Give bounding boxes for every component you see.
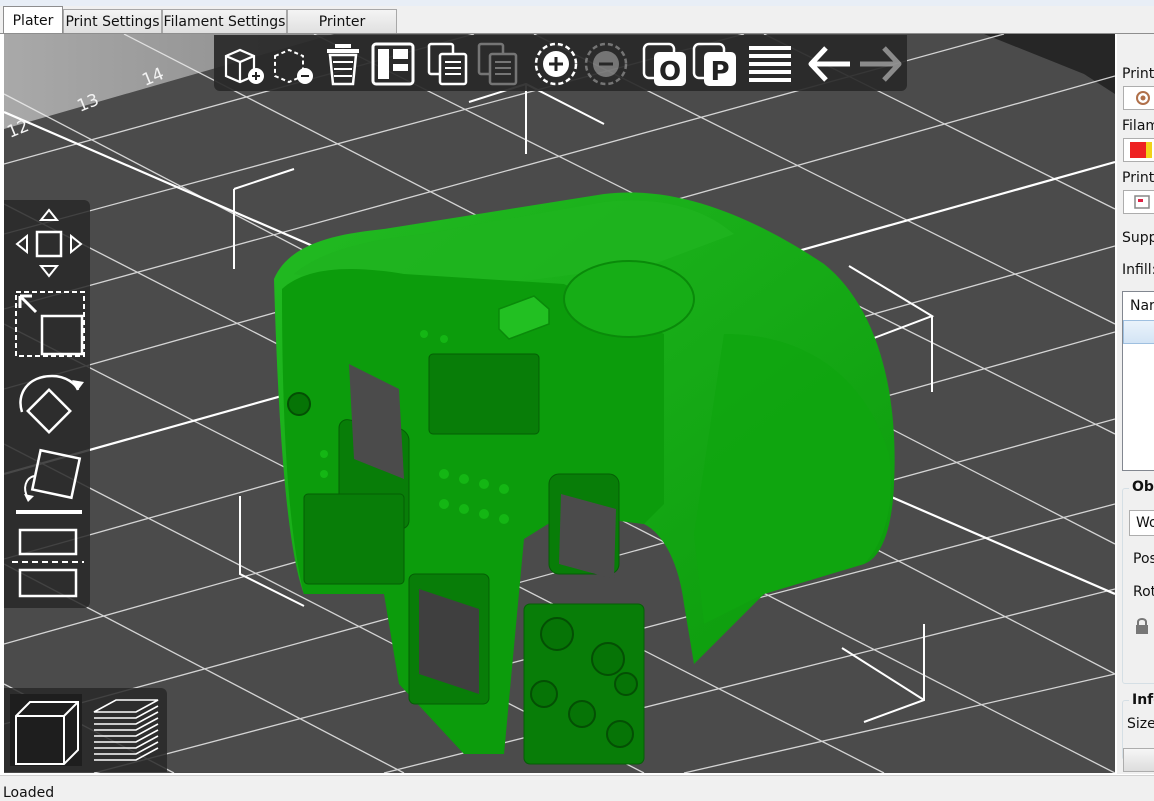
printer-icon — [1134, 195, 1150, 209]
tab-printer-settings[interactable]: Printer Settings — [287, 9, 397, 54]
tab-filament-settings[interactable]: Filament Settings — [162, 9, 287, 33]
object-list-header: Nar — [1130, 298, 1154, 314]
object-group-title: Ob — [1129, 479, 1154, 495]
print-preset-combo[interactable] — [1123, 86, 1154, 110]
filament-preset-combo[interactable] — [1123, 138, 1154, 162]
add-instance-icon[interactable] — [532, 40, 580, 88]
panel-opening-right — [559, 494, 616, 579]
remove-instance-icon[interactable] — [582, 40, 630, 88]
plater-toolbar: O P — [214, 35, 907, 91]
filament-color-swatch-2 — [1146, 142, 1152, 158]
size-label: Size — [1127, 716, 1154, 732]
object-list-row[interactable] — [1123, 320, 1154, 344]
filament-color-swatch — [1130, 142, 1146, 158]
object-list[interactable]: Nar — [1122, 291, 1154, 471]
printer-preset-combo[interactable] — [1123, 190, 1154, 214]
status-bar: Loaded — [0, 775, 1154, 801]
tab-print-settings[interactable]: Print Settings — [63, 9, 162, 33]
copy-icon[interactable] — [424, 40, 472, 88]
status-text: Loaded — [3, 785, 55, 801]
delete-all-icon[interactable] — [319, 40, 367, 88]
layers-editing-icon[interactable] — [746, 40, 794, 88]
split-objects-icon[interactable]: O — [641, 40, 689, 88]
preview-layers-icon[interactable] — [88, 692, 164, 768]
export-button[interactable] — [1123, 748, 1154, 772]
coordinate-system-value: Wo — [1136, 515, 1154, 531]
gizmo-toolbar — [4, 200, 90, 608]
coordinate-system-combo[interactable]: Wo — [1129, 510, 1154, 536]
view-toolbar — [4, 688, 167, 772]
3d-viewport[interactable]: 14 13 12 O P — [4, 34, 1115, 773]
undo-icon[interactable] — [806, 40, 854, 88]
place-on-face-icon[interactable] — [8, 448, 86, 522]
dome-feature — [563, 260, 695, 338]
scale-icon[interactable] — [8, 286, 86, 362]
position-label: Pos — [1133, 551, 1154, 567]
filament-preset-label: Filam — [1122, 118, 1154, 134]
delete-icon[interactable] — [269, 40, 317, 88]
3d-view-icon[interactable] — [8, 692, 84, 768]
cog-icon — [1136, 91, 1150, 105]
printer-preset-label: Printe — [1122, 170, 1154, 186]
supports-label: Supp — [1122, 230, 1154, 246]
move-icon[interactable] — [8, 206, 86, 280]
split-parts-icon[interactable]: P — [691, 40, 739, 88]
redo-icon[interactable] — [856, 40, 904, 88]
paste-icon[interactable] — [474, 40, 522, 88]
bed-scene: 14 13 12 — [4, 34, 1115, 773]
info-group-title: Info — [1129, 692, 1154, 708]
arrange-icon[interactable] — [369, 40, 417, 88]
rotation-label: Rot — [1133, 584, 1154, 600]
print-preset-label: Print — [1122, 66, 1154, 82]
tab-plater[interactable]: Plater — [3, 6, 63, 34]
split-objects-letter: O — [659, 57, 681, 87]
add-icon[interactable] — [220, 40, 268, 88]
split-parts-letter: P — [710, 57, 729, 87]
infill-label: Infill: — [1122, 262, 1154, 278]
lock-icon[interactable] — [1133, 616, 1151, 636]
cut-icon[interactable] — [8, 526, 86, 604]
rotate-icon[interactable] — [8, 368, 86, 442]
right-sidebar: Print Filam Printe Supp Infill: Nar Ob W… — [1117, 34, 1154, 774]
main-tabbar: Plater Print Settings Filament Settings … — [0, 6, 1154, 54]
